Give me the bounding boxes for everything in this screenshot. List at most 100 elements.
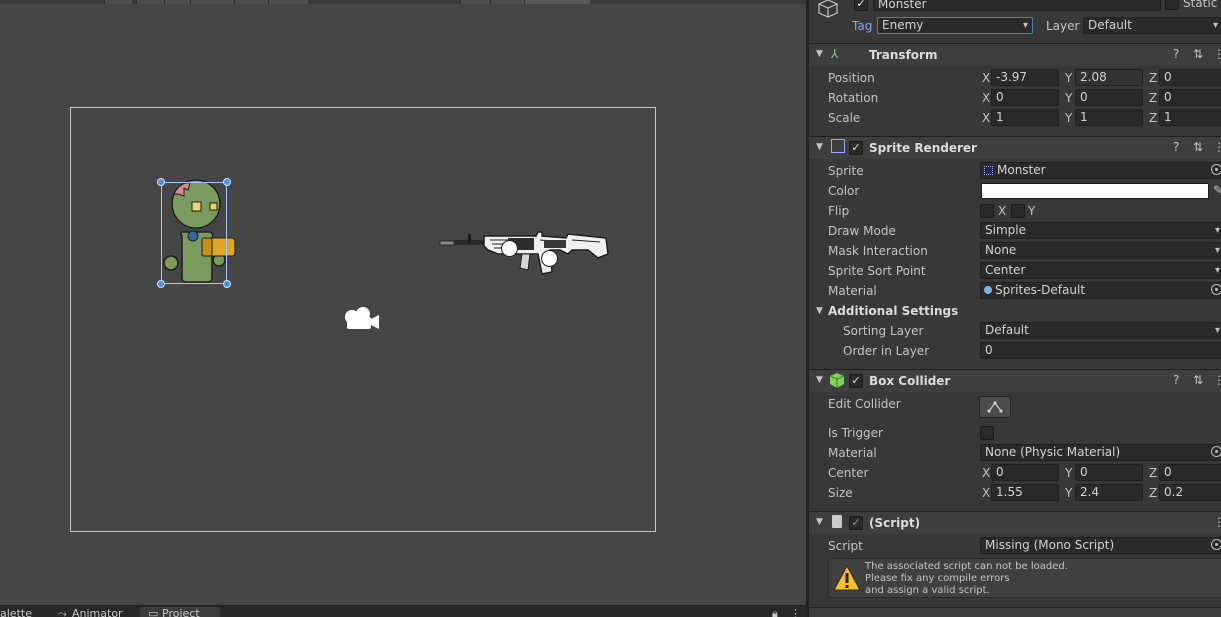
- sorting-layer-label: Sorting Layer: [843, 324, 924, 338]
- order-in-layer-field[interactable]: 0: [980, 342, 1221, 359]
- active-checkbox[interactable]: ✓: [854, 0, 868, 11]
- color-label: Color: [828, 184, 860, 198]
- layer-dropdown[interactable]: Default: [1083, 17, 1221, 34]
- position-z-field[interactable]: 0: [1159, 69, 1221, 86]
- center-y-field[interactable]: 0: [1075, 464, 1143, 481]
- toolbar-button[interactable]: [136, 0, 164, 4]
- selection-bounds[interactable]: [157, 178, 231, 288]
- axis-y-label: Y: [1065, 91, 1073, 105]
- axis-z-label: Z: [1149, 111, 1158, 125]
- resize-handle[interactable]: [223, 280, 231, 288]
- flip-x-label: X: [998, 204, 1007, 218]
- mask-interaction-dropdown[interactable]: None: [980, 242, 1221, 259]
- sprite-renderer-header[interactable]: ▼ ✓ Sprite Renderer ? ⇅ ⋮: [809, 136, 1221, 159]
- sprite-asset-icon: [984, 166, 993, 175]
- help-icon[interactable]: ?: [1173, 47, 1179, 61]
- sort-point-dropdown[interactable]: Center: [980, 262, 1221, 279]
- toolbar-button[interactable]: [104, 0, 132, 4]
- rotation-row: Rotation X 0 Y 0 Z 0: [809, 88, 1221, 108]
- position-y-field[interactable]: 2.08: [1075, 69, 1143, 86]
- component-menu-icon[interactable]: ⋮: [1213, 515, 1221, 529]
- script-object-field[interactable]: Missing (Mono Script): [980, 537, 1221, 554]
- size-z-field[interactable]: 0.2: [1159, 484, 1221, 501]
- toolbar-button[interactable]: [164, 0, 190, 4]
- foldout-arrow-icon[interactable]: ▼: [816, 49, 823, 59]
- flip-x-checkbox[interactable]: [980, 204, 994, 218]
- additional-settings-row[interactable]: ▼ Additional Settings: [809, 301, 1221, 321]
- object-picker-icon[interactable]: [1211, 539, 1221, 550]
- object-picker-icon[interactable]: [1211, 284, 1221, 295]
- rifle-sprite[interactable]: [438, 228, 612, 280]
- scale-x-field[interactable]: 1: [991, 109, 1059, 126]
- sprite-object-field[interactable]: Monster: [980, 162, 1221, 179]
- component-menu-icon[interactable]: ⋮: [1213, 373, 1221, 387]
- rotation-x-field[interactable]: 0: [991, 89, 1059, 106]
- scene-view[interactable]: [0, 0, 806, 605]
- tab-palette[interactable]: alette: [0, 607, 32, 617]
- center-z-field[interactable]: 0: [1159, 464, 1221, 481]
- toolbar-button[interactable]: [460, 0, 490, 4]
- draw-mode-dropdown[interactable]: Simple: [980, 222, 1221, 239]
- edit-collider-button[interactable]: [979, 396, 1011, 418]
- script-file-icon: [832, 515, 842, 528]
- resize-handle[interactable]: [223, 178, 231, 186]
- foldout-arrow-icon[interactable]: ▼: [816, 375, 823, 385]
- tab-animator[interactable]: ⤳ Animator: [56, 607, 123, 617]
- script-header[interactable]: ▼ ✓ (Script) ⋮: [809, 511, 1221, 534]
- scale-label: Scale: [828, 111, 861, 125]
- sprite-renderer-enabled-checkbox[interactable]: ✓: [849, 141, 863, 155]
- toolbar-button[interactable]: [234, 0, 268, 4]
- is-trigger-checkbox[interactable]: [980, 426, 994, 440]
- camera-gizmo-icon[interactable]: [343, 306, 381, 332]
- help-icon[interactable]: ?: [1173, 373, 1179, 387]
- lock-icon[interactable]: 🔒︎: [772, 607, 778, 617]
- presets-icon[interactable]: ⇅: [1193, 373, 1203, 387]
- eyedropper-icon[interactable]: ✎: [1213, 183, 1221, 197]
- tab-project[interactable]: ▭ Project: [140, 607, 220, 617]
- size-y-field[interactable]: 2.4: [1075, 484, 1143, 501]
- position-x-field[interactable]: -3.97: [991, 69, 1059, 86]
- object-picker-icon[interactable]: [1211, 164, 1221, 175]
- rotation-z-field[interactable]: 0: [1159, 89, 1221, 106]
- script-label: Script: [828, 539, 863, 553]
- color-swatch[interactable]: [981, 183, 1209, 199]
- more-menu-icon[interactable]: ⋮: [790, 607, 801, 617]
- tag-label: Tag: [852, 19, 873, 33]
- flip-y-checkbox[interactable]: [1011, 204, 1025, 218]
- resize-handle[interactable]: [157, 280, 165, 288]
- box-collider-enabled-checkbox[interactable]: ✓: [849, 374, 863, 388]
- component-menu-icon[interactable]: ⋮: [1213, 140, 1221, 154]
- static-label: Static: [1183, 0, 1218, 10]
- resize-handle[interactable]: [157, 178, 165, 186]
- toolbar-button[interactable]: [490, 0, 524, 4]
- presets-icon[interactable]: ⇅: [1193, 140, 1203, 154]
- sorting-layer-dropdown[interactable]: Default: [980, 322, 1221, 339]
- presets-icon[interactable]: ⇅: [1193, 47, 1203, 61]
- foldout-arrow-icon[interactable]: ▼: [816, 306, 823, 316]
- object-picker-icon[interactable]: [1211, 446, 1221, 457]
- toolbar-button[interactable]: [524, 0, 590, 4]
- physic-material-field[interactable]: None (Physic Material): [980, 444, 1221, 461]
- foldout-arrow-icon[interactable]: ▼: [816, 142, 823, 152]
- size-x-field[interactable]: 1.55: [991, 484, 1059, 501]
- toolbar-button[interactable]: [268, 0, 308, 4]
- scale-y-field[interactable]: 1: [1075, 109, 1143, 126]
- toolbar-button[interactable]: [190, 0, 234, 4]
- edit-collider-label: Edit Collider: [828, 397, 901, 411]
- box-collider-header[interactable]: ▼ ✓ Box Collider ? ⇅ ⋮: [809, 369, 1221, 392]
- foldout-arrow-icon[interactable]: ▼: [816, 517, 823, 527]
- rotation-label: Rotation: [828, 91, 879, 105]
- tag-dropdown[interactable]: Enemy: [877, 17, 1033, 34]
- help-icon[interactable]: ?: [1173, 140, 1179, 154]
- component-menu-icon[interactable]: ⋮: [1213, 47, 1221, 61]
- material-object-field[interactable]: Sprites-Default: [980, 282, 1221, 299]
- scale-z-field[interactable]: 1: [1159, 109, 1221, 126]
- object-name-field[interactable]: Monster: [873, 0, 1161, 11]
- next-component-header[interactable]: [809, 607, 1221, 617]
- rotation-y-field[interactable]: 0: [1075, 89, 1143, 106]
- script-enabled-checkbox[interactable]: ✓: [849, 516, 863, 530]
- sorting-layer-row: Sorting Layer Default: [809, 321, 1221, 341]
- transform-header[interactable]: ▼ ⅄ Transform ? ⇅ ⋮: [809, 43, 1221, 66]
- static-checkbox[interactable]: [1165, 0, 1179, 10]
- center-x-field[interactable]: 0: [991, 464, 1059, 481]
